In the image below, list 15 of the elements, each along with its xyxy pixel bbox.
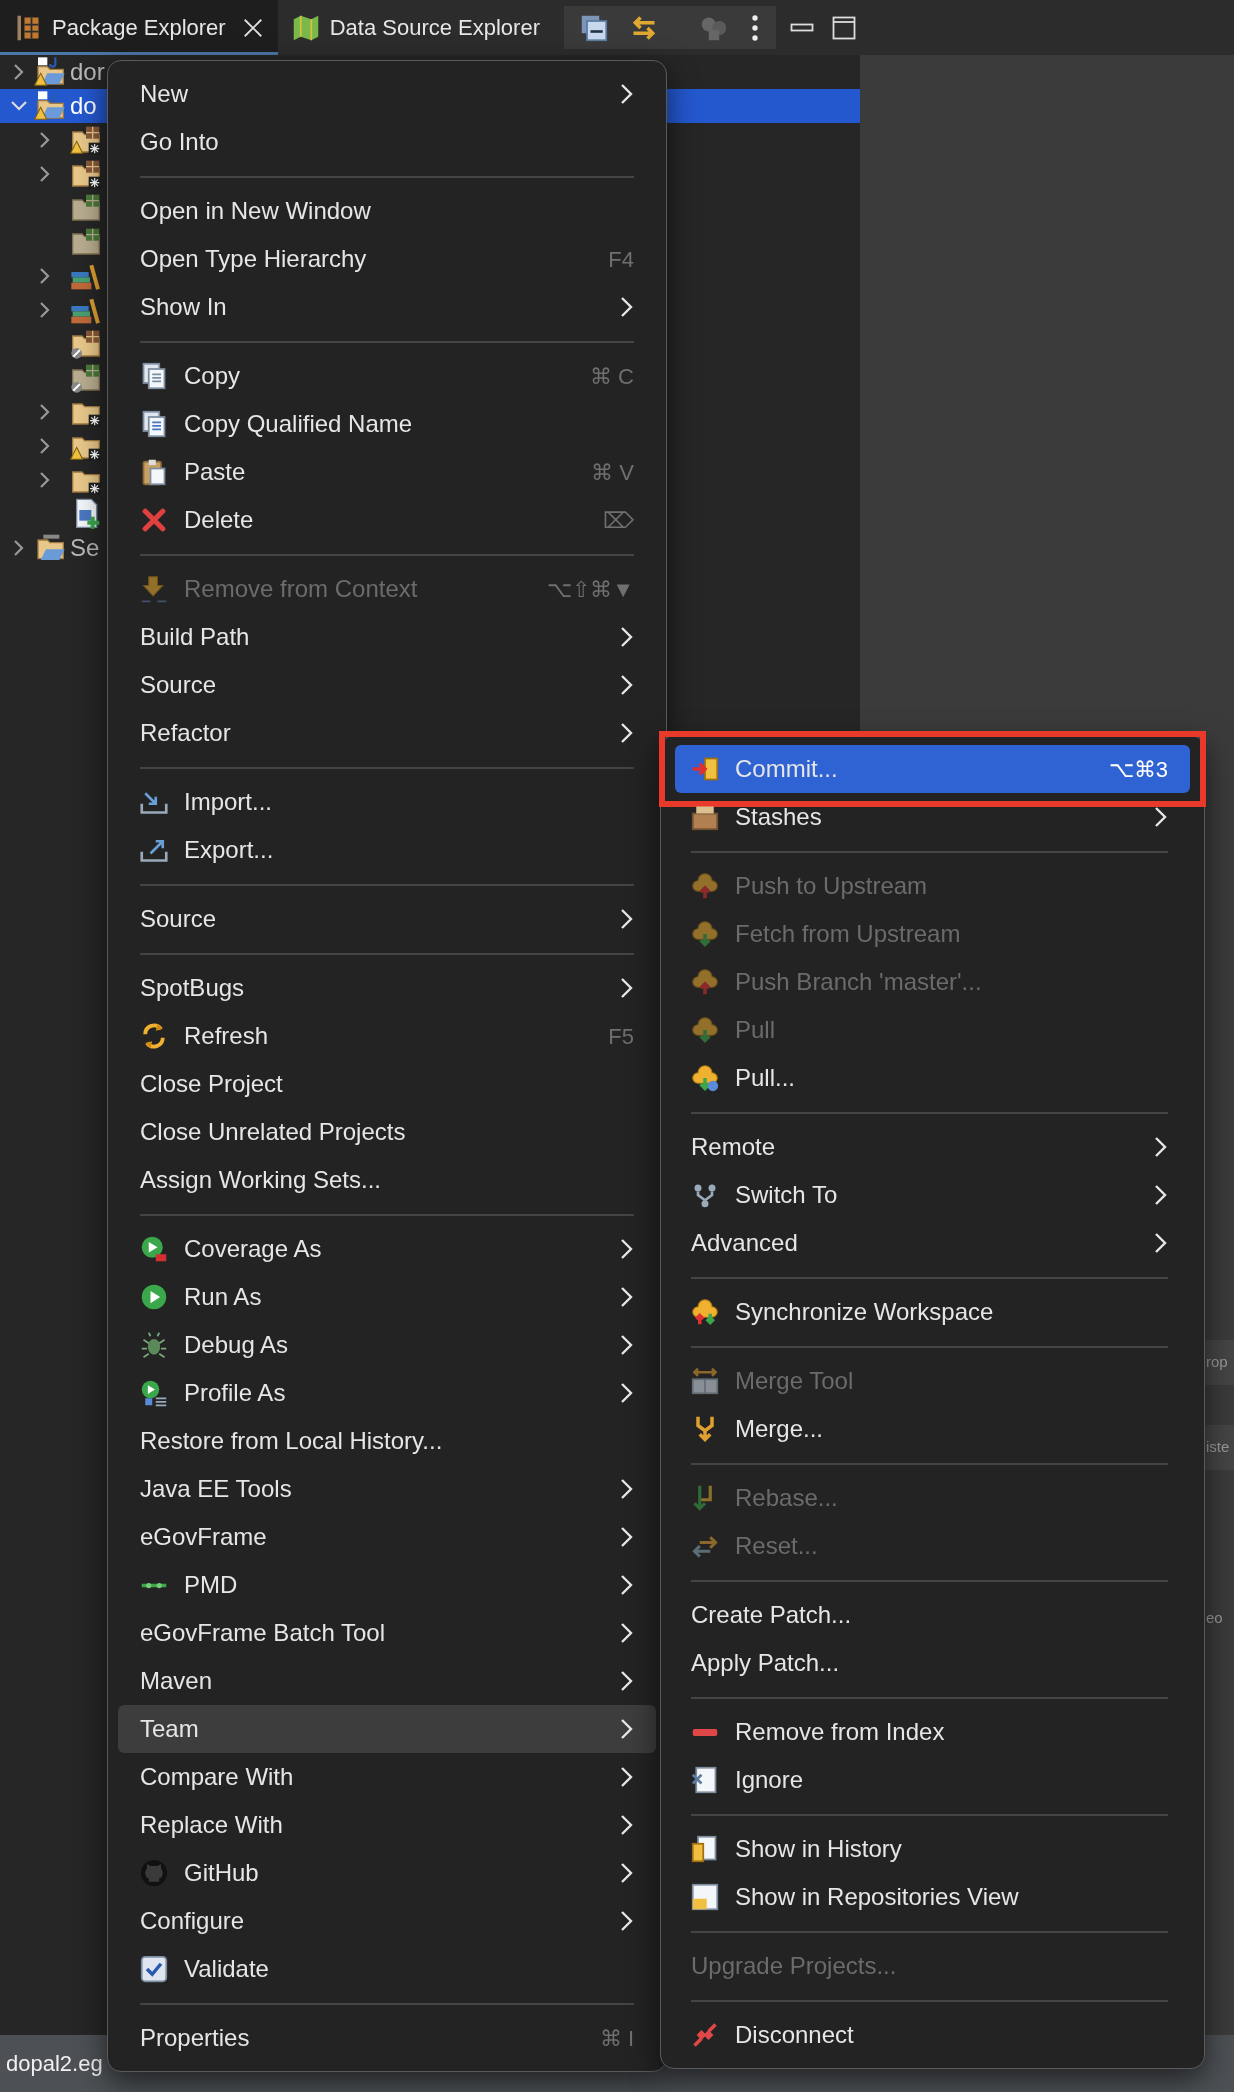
background-text: eo (1206, 1608, 1223, 1629)
background-text: iste (1206, 1437, 1230, 1458)
shortcut-text: ⌘ C (590, 362, 634, 391)
tree-label: Se (70, 533, 100, 563)
shortcut-text: F5 (608, 1022, 634, 1051)
shortcut-text: ⌘ V (591, 458, 634, 487)
tree-label: do (70, 91, 97, 121)
shortcut-text: ⌦ (603, 506, 634, 535)
shortcut-text: ⌥⇧⌘▼ (547, 575, 634, 604)
background-text: rop (1206, 1352, 1228, 1373)
shortcut-text: F4 (608, 245, 634, 274)
tree-label: dor (70, 57, 105, 87)
shortcut-text: ⌘ I (599, 2024, 634, 2053)
status-text: dopal2.eg (6, 2050, 103, 2078)
shortcut-text: ⌥⌘3 (1108, 755, 1168, 784)
